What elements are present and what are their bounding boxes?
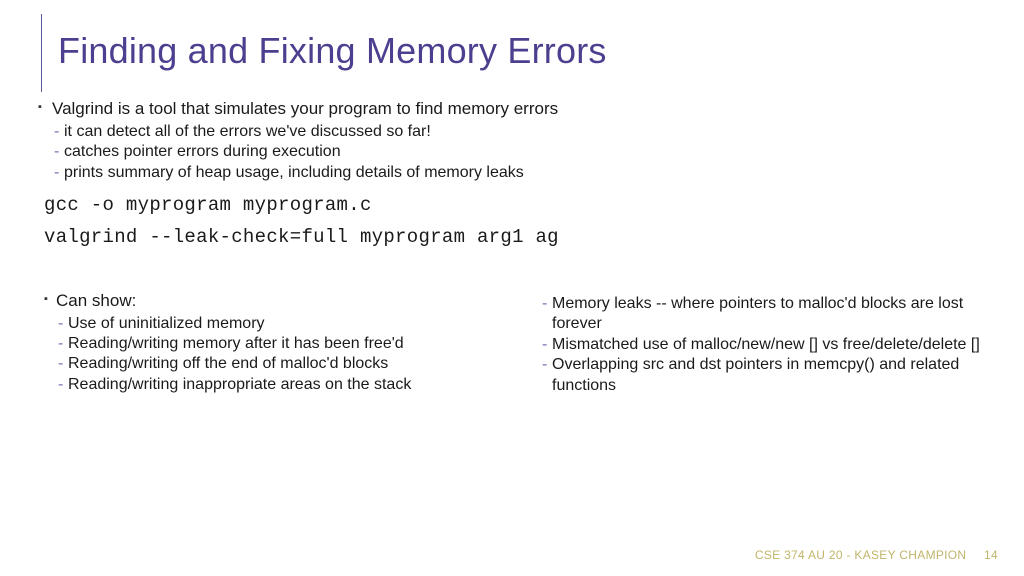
code-line: valgrind --leak-check=full myprogram arg…: [44, 225, 990, 249]
list-item: Memory leaks -- where pointers to malloc…: [542, 294, 990, 335]
code-line: gcc -o myprogram myprogram.c: [44, 193, 990, 217]
list-item: Mismatched use of malloc/new/new [] vs f…: [542, 335, 990, 355]
footer-course: CSE 374 AU 20 - KASEY CHAMPION: [755, 548, 967, 562]
intro-sub-item: catches pointer errors during execution: [54, 142, 990, 162]
intro-lead-bullet: Valgrind is a tool that simulates your p…: [44, 98, 990, 120]
left-column: Can show: Use of uninitialized memory Re…: [44, 290, 506, 400]
intro-sub-list: it can detect all of the errors we've di…: [54, 122, 990, 183]
title-accent-rule: [41, 14, 42, 92]
intro-sub-item: it can detect all of the errors we've di…: [54, 122, 990, 142]
canshow-lead-bullet: Can show:: [44, 290, 506, 312]
two-column-area: Can show: Use of uninitialized memory Re…: [44, 290, 990, 400]
right-sub-list: Memory leaks -- where pointers to malloc…: [542, 294, 990, 396]
list-item: Reading/writing inappropriate areas on t…: [58, 375, 506, 395]
list-item: Overlapping src and dst pointers in memc…: [542, 355, 990, 396]
slide-title: Finding and Fixing Memory Errors: [58, 30, 990, 72]
intro-sub-item: prints summary of heap usage, including …: [54, 163, 990, 183]
list-item: Reading/writing off the end of malloc'd …: [58, 354, 506, 374]
right-column: Memory leaks -- where pointers to malloc…: [528, 290, 990, 400]
footer-page-number: 14: [984, 548, 998, 562]
slide: Finding and Fixing Memory Errors Valgrin…: [0, 0, 1024, 576]
slide-body: Valgrind is a tool that simulates your p…: [44, 98, 990, 400]
canshow-sub-list: Use of uninitialized memory Reading/writ…: [58, 314, 506, 396]
list-item: Reading/writing memory after it has been…: [58, 334, 506, 354]
slide-footer: CSE 374 AU 20 - KASEY CHAMPION 14: [755, 548, 998, 562]
list-item: Use of uninitialized memory: [58, 314, 506, 334]
